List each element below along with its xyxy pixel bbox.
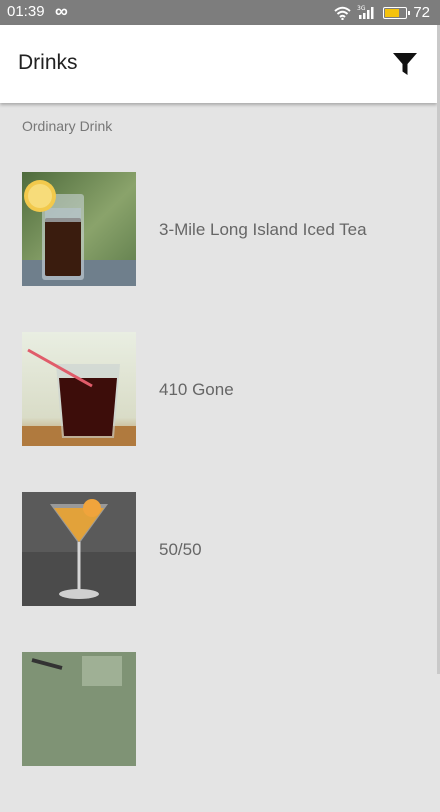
- page-title: Drinks: [18, 51, 78, 74]
- drink-thumbnail: [22, 652, 136, 766]
- drink-list: 3-Mile Long Island Iced Tea 410 Gone 50/…: [0, 172, 437, 812]
- network-type: 3G: [357, 5, 366, 12]
- drink-thumbnail: [22, 492, 136, 606]
- drink-thumbnail: [22, 172, 136, 286]
- filter-icon: [393, 53, 417, 75]
- section-header: Ordinary Drink: [22, 118, 113, 134]
- filter-button[interactable]: [389, 48, 421, 80]
- battery-icon: [383, 6, 411, 19]
- status-time: 01:39: [7, 3, 45, 20]
- battery-percent: 72: [413, 4, 430, 21]
- app-bar: Drinks: [0, 25, 437, 103]
- drink-thumbnail: [22, 332, 136, 446]
- battery-level-fill: [385, 8, 399, 17]
- signal-3g-icon: 3G: [357, 5, 374, 19]
- infinity-icon: ∞: [55, 1, 68, 21]
- status-indicators: 3G 72: [334, 2, 430, 23]
- drink-list-item[interactable]: 50/50: [0, 492, 437, 652]
- drink-name: 50/50: [159, 540, 202, 559]
- drink-list-item[interactable]: [0, 652, 437, 812]
- drink-list-item[interactable]: 410 Gone: [0, 332, 437, 492]
- drink-name: 410 Gone: [159, 380, 234, 399]
- drink-list-item[interactable]: 3-Mile Long Island Iced Tea: [0, 172, 437, 332]
- drink-name: 3-Mile Long Island Iced Tea: [159, 220, 367, 239]
- wifi-icon: [334, 6, 351, 20]
- status-bar: 01:39 ∞ 3G 72: [0, 0, 440, 25]
